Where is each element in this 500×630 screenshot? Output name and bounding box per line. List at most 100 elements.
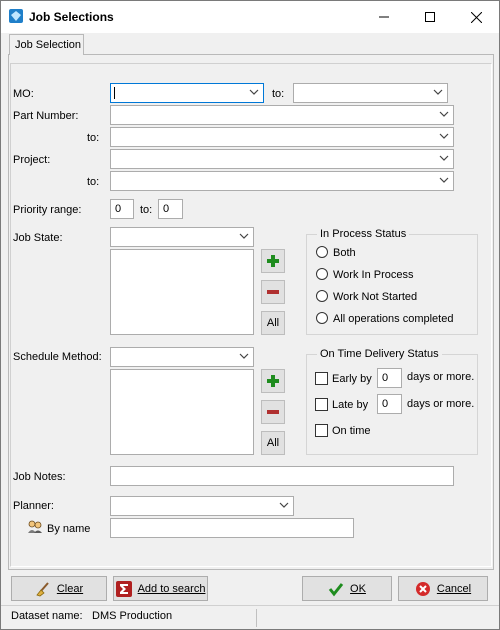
early-by-input[interactable]: 0 [377, 368, 402, 388]
chevron-down-icon [439, 177, 449, 183]
all-label: All [266, 317, 280, 329]
radio-work-not-started[interactable] [316, 290, 328, 302]
planner-by-name-input[interactable] [110, 518, 354, 538]
priority-range-label: Priority range: [13, 204, 82, 216]
text-caret [114, 87, 115, 99]
dialog-window: Job Selections Job Selection MO: to: Par… [0, 0, 500, 630]
schedule-method-all-button[interactable]: All [261, 431, 285, 455]
radio-work-in-process[interactable] [316, 268, 328, 280]
job-notes-label: Job Notes: [13, 471, 66, 483]
job-state-label: Job State: [13, 232, 63, 244]
late-by-label: Late by [332, 399, 369, 411]
minimize-icon [379, 16, 389, 18]
job-state-remove-button[interactable] [261, 280, 285, 304]
schedule-method-add-button[interactable] [261, 369, 285, 393]
early-by-label: Early by [332, 373, 372, 385]
part-number-to-combo[interactable] [110, 127, 454, 147]
mo-label: MO: [13, 88, 34, 100]
radio-all-operations-completed-label: All operations completed [333, 313, 454, 325]
mo-to-label: to: [272, 88, 285, 100]
job-notes-input[interactable] [110, 466, 454, 486]
chevron-down-icon [239, 233, 249, 239]
chevron-down-icon [439, 133, 449, 139]
part-number-label: Part Number: [13, 110, 79, 122]
on-time-label: On time [332, 425, 371, 437]
plus-icon [267, 255, 279, 267]
cancel-label: Cancel [436, 582, 472, 595]
in-process-status-legend: In Process Status [317, 228, 410, 240]
part-number-to-label: to: [87, 132, 100, 144]
planner-combo[interactable] [110, 496, 294, 516]
chevron-down-icon [439, 155, 449, 161]
ok-label: OK [350, 582, 366, 595]
late-by-input[interactable]: 0 [377, 394, 402, 414]
by-name-label: By name [47, 523, 91, 535]
late-by-value: 0 [382, 398, 389, 410]
planner-label: Planner: [13, 500, 54, 512]
minus-icon [267, 290, 279, 294]
clear-button[interactable]: Clear [11, 576, 107, 601]
schedule-method-combo[interactable] [110, 347, 254, 367]
mo-from-combo[interactable] [110, 83, 264, 103]
job-state-add-button[interactable] [261, 249, 285, 273]
early-days-label: days or more. [407, 371, 475, 383]
chevron-down-icon [433, 89, 443, 95]
people-icon [28, 520, 42, 533]
tab-label: Job Selection [15, 39, 82, 51]
chevron-down-icon [249, 89, 259, 95]
clear-label: Clear [56, 582, 84, 595]
chevron-down-icon [239, 353, 249, 359]
close-icon [470, 11, 482, 23]
window-title: Job Selections [29, 10, 114, 24]
chevron-down-icon [279, 502, 289, 508]
broom-icon [36, 581, 49, 596]
title-bar: Job Selections [1, 1, 499, 33]
status-bar: Dataset name: DMS Production [1, 605, 499, 630]
close-button[interactable] [453, 1, 499, 33]
plus-icon [267, 375, 279, 387]
late-days-label: days or more. [407, 398, 475, 410]
early-by-checkbox[interactable] [315, 372, 328, 385]
priority-to-input[interactable]: 0 [158, 199, 183, 219]
early-by-value: 0 [382, 372, 389, 384]
project-from-combo[interactable] [110, 149, 454, 169]
maximize-icon [425, 12, 435, 22]
radio-both-label: Both [333, 247, 356, 259]
schedule-method-remove-button[interactable] [261, 400, 285, 424]
chevron-down-icon [439, 111, 449, 117]
priority-to-label: to: [140, 204, 153, 216]
minimize-button[interactable] [361, 1, 407, 33]
part-number-from-combo[interactable] [110, 105, 454, 125]
priority-from-value: 0 [115, 203, 122, 215]
job-state-list[interactable] [110, 249, 254, 335]
mo-to-combo[interactable] [293, 83, 448, 103]
dataset-name-value: DMS Production [92, 610, 173, 622]
checkmark-icon [328, 582, 344, 596]
priority-to-value: 0 [163, 203, 170, 215]
project-label: Project: [13, 154, 51, 166]
ok-button[interactable]: OK [302, 576, 392, 601]
minus-icon [267, 410, 279, 414]
cancel-button[interactable]: Cancel [398, 576, 488, 601]
add-to-search-label: Add to search [137, 582, 206, 595]
on-time-delivery-legend: On Time Delivery Status [317, 348, 442, 360]
schedule-method-label: Schedule Method: [13, 351, 102, 363]
job-state-all-button[interactable]: All [261, 311, 285, 335]
tab-job-selection[interactable]: Job Selection [9, 34, 84, 55]
add-to-search-button[interactable]: Add to search [113, 576, 208, 601]
all-label: All [266, 437, 280, 449]
schedule-method-list[interactable] [110, 369, 254, 455]
radio-both[interactable] [316, 246, 328, 258]
radio-all-operations-completed[interactable] [316, 312, 328, 324]
priority-from-input[interactable]: 0 [110, 199, 134, 219]
cancel-icon [415, 581, 430, 596]
job-state-combo[interactable] [110, 227, 254, 247]
maximize-button[interactable] [407, 1, 453, 33]
sigma-icon [115, 580, 132, 597]
late-by-checkbox[interactable] [315, 398, 328, 411]
on-time-checkbox[interactable] [315, 424, 328, 437]
radio-work-not-started-label: Work Not Started [333, 291, 418, 303]
app-diamond-icon [9, 9, 23, 23]
project-to-label: to: [87, 176, 100, 188]
project-to-combo[interactable] [110, 171, 454, 191]
